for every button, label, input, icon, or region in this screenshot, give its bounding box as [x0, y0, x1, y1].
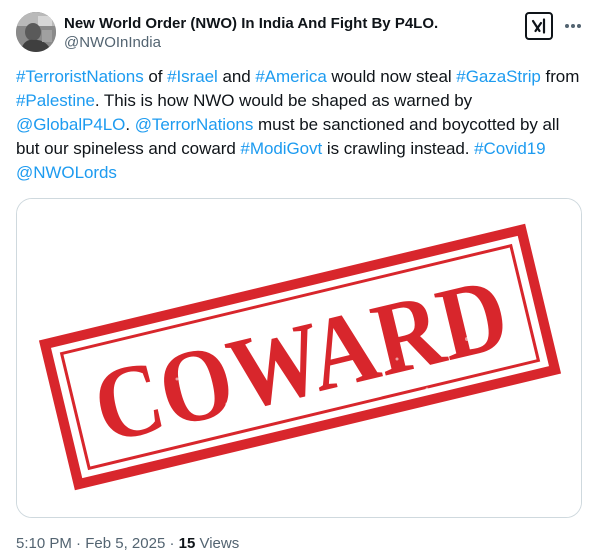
tweet-text-segment: of	[143, 67, 168, 86]
hashtag-link[interactable]: #Palestine	[16, 91, 95, 110]
views-count: 15	[178, 535, 196, 552]
mention-link[interactable]: @TerrorNations	[135, 115, 254, 134]
hashtag-link[interactable]: #ModiGovt	[240, 139, 322, 158]
tweet-text-segment: is crawling instead.	[322, 139, 475, 158]
coward-stamp-image: COWARD	[17, 199, 581, 517]
meta-separator: ·	[76, 535, 82, 552]
more-options-button[interactable]	[562, 16, 584, 36]
author-display-name[interactable]: New World Order (NWO) In India And Fight…	[64, 14, 504, 33]
tweet-metadata: 5:10 PM · Feb 5, 2025 · 15 Views	[16, 534, 239, 554]
hashtag-link[interactable]: #Covid19	[474, 139, 545, 158]
author-handle[interactable]: @NWOInIndia	[64, 33, 504, 52]
tweet-text-segment: and	[217, 67, 256, 86]
tweet-card: New World Order (NWO) In India And Fight…	[0, 0, 598, 560]
more-options-icon	[565, 24, 581, 28]
author-info: New World Order (NWO) In India And Fight…	[64, 14, 504, 52]
hashtag-link[interactable]: #America	[255, 67, 326, 86]
tweet-text-segment: would now steal	[326, 67, 457, 86]
avatar[interactable]	[16, 12, 56, 52]
tweet-text: #TerroristNations of #Israel and #Americ…	[16, 65, 584, 185]
mention-link[interactable]: @NWOLords	[16, 163, 117, 182]
meta-separator: ·	[169, 535, 175, 552]
tweet-text-segment: .	[125, 115, 135, 134]
mention-link[interactable]: @GlobalP4LO	[16, 115, 125, 134]
grok-button[interactable]	[525, 12, 553, 40]
tweet-time[interactable]: 5:10 PM	[16, 535, 72, 552]
tweet-date[interactable]: Feb 5, 2025	[85, 535, 165, 552]
hashtag-link[interactable]: #TerroristNations	[16, 67, 144, 86]
hashtag-link[interactable]: #GazaStrip	[456, 67, 541, 86]
tweet-media-image[interactable]: COWARD	[16, 198, 582, 518]
hashtag-link[interactable]: #Israel	[167, 67, 218, 86]
tweet-text-segment: from	[540, 67, 580, 86]
tweet-text-segment: . This is how NWO would be shaped as war…	[94, 91, 473, 110]
views-label: Views	[199, 535, 240, 552]
grok-icon	[531, 18, 546, 34]
